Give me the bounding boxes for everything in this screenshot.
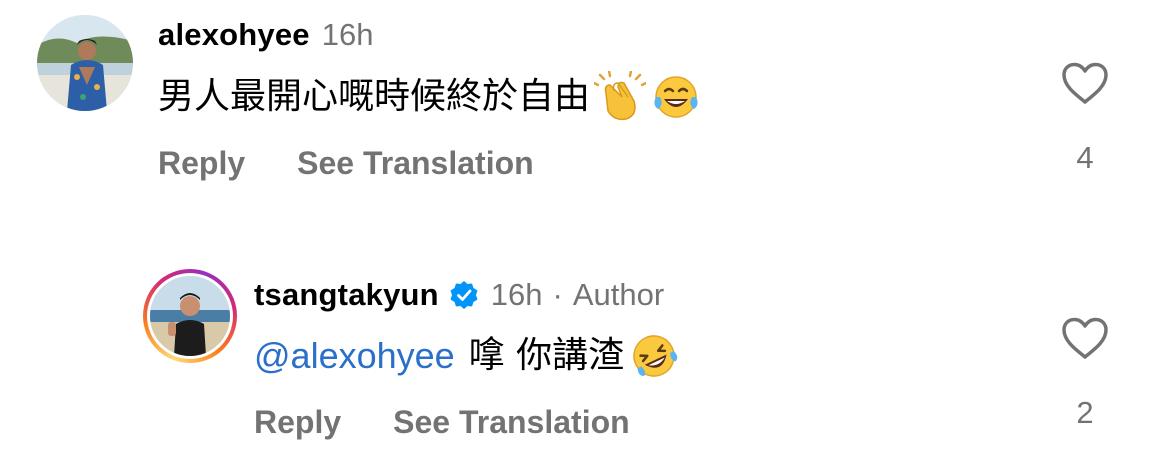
see-translation-button[interactable]: See Translation	[393, 402, 630, 442]
comment-actions: Reply See Translation	[254, 402, 630, 442]
comment: alexohyee 16h 男人最開心嘅時候終於自由 Reply See Tra…	[0, 0, 1170, 200]
avatar-photo	[150, 276, 230, 356]
separator-dot: ·	[552, 277, 563, 312]
rolling-on-floor-laughing-emoji	[628, 330, 680, 382]
reply-button[interactable]: Reply	[254, 402, 341, 442]
like-button[interactable]	[1061, 317, 1109, 361]
like-count: 4	[1076, 140, 1094, 175]
see-translation-button[interactable]: See Translation	[297, 143, 534, 183]
timestamp: 16h	[490, 277, 543, 312]
clapping-hands-emoji	[594, 71, 647, 123]
timestamp: 16h	[321, 17, 374, 52]
comment-header: tsangtakyun 16h · Author	[254, 275, 664, 315]
reply-button[interactable]: Reply	[158, 143, 245, 183]
comment-text: @alexohyee 嗱 你講渣	[254, 330, 680, 382]
heart-icon	[1062, 62, 1108, 104]
comment-actions: Reply See Translation	[158, 143, 534, 183]
comment-body: 男人最開心嘅時候終於自由	[158, 76, 591, 117]
verified-badge-icon	[449, 280, 479, 310]
like-count: 2	[1076, 395, 1094, 430]
comment-header: alexohyee 16h	[158, 15, 373, 55]
like-button[interactable]	[1061, 62, 1109, 106]
mention-link[interactable]: @alexohyee	[254, 332, 455, 380]
username[interactable]: tsangtakyun	[254, 275, 439, 315]
comment-body: 嗱 你講渣	[468, 335, 625, 376]
comment-text: 男人最開心嘅時候終於自由	[158, 71, 702, 123]
avatar[interactable]	[150, 276, 230, 356]
avatar-photo	[37, 15, 133, 111]
comment: tsangtakyun 16h · Author @alexohyee 嗱 你講…	[0, 255, 1170, 449]
username[interactable]: alexohyee	[158, 15, 310, 55]
author-label: Author	[572, 277, 665, 312]
heart-icon	[1062, 317, 1108, 359]
avatar[interactable]	[37, 15, 133, 111]
tears-of-joy-emoji	[650, 71, 702, 123]
